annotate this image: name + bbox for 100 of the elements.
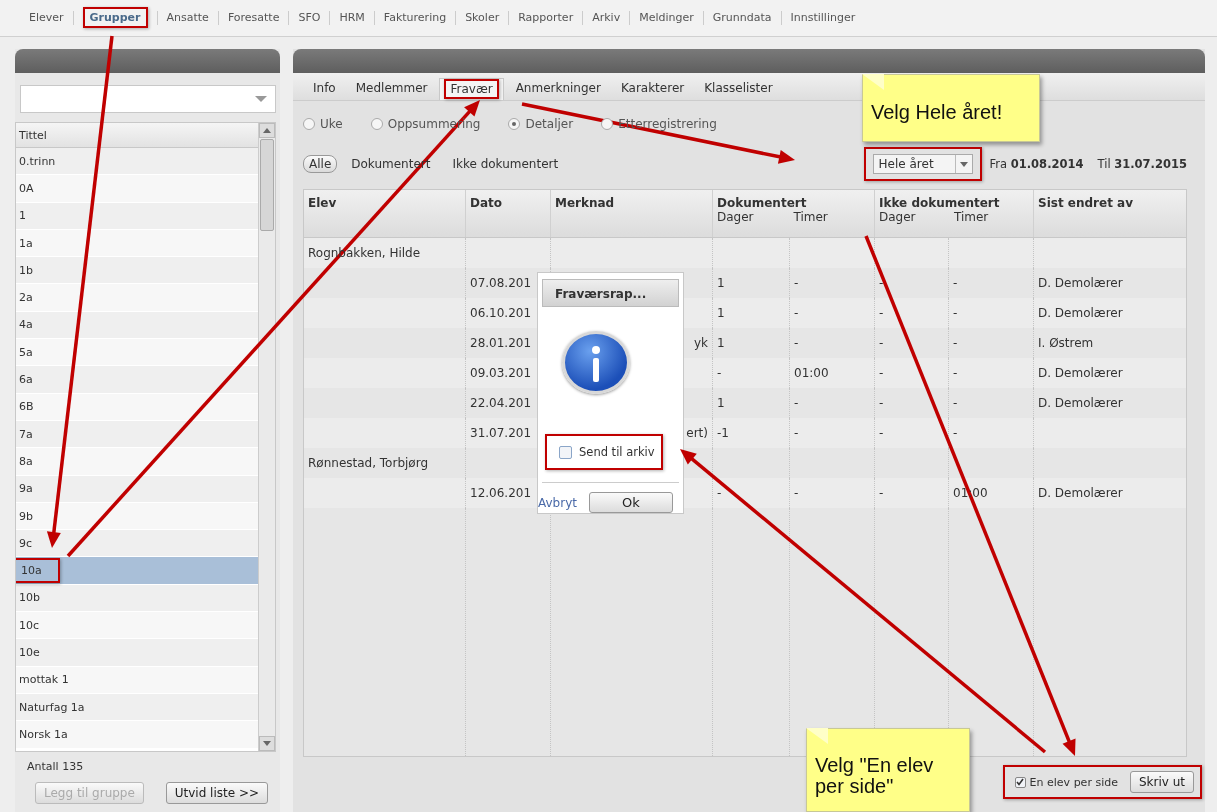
table-cell: 07.08.201	[470, 276, 532, 290]
radio-label: Detaljer	[525, 117, 574, 131]
checkbox-label: En elev per side	[1029, 775, 1118, 789]
tab[interactable]: Karakterer	[612, 78, 693, 100]
group-item[interactable]: 6a	[16, 366, 258, 394]
radio-button[interactable]	[601, 118, 614, 130]
table-cell: 1	[717, 396, 725, 410]
info-icon	[561, 331, 630, 394]
column-title: Dokumentert	[717, 196, 808, 210]
tab[interactable]: Fravær	[439, 78, 504, 100]
table-cell: -	[953, 396, 958, 410]
group-item[interactable]: 1a	[16, 229, 258, 258]
scroll-down-icon[interactable]	[259, 736, 275, 751]
nav-tab[interactable]: SFO	[288, 11, 330, 25]
table-cell: 22.04.201	[470, 396, 532, 410]
checkbox-label: Send til arkiv	[579, 445, 655, 459]
group-item[interactable]: 5a	[16, 339, 258, 367]
group-count: Antall 135	[26, 759, 85, 773]
group-item[interactable]: 10b	[16, 584, 258, 613]
group-item[interactable]: 0.trinn	[16, 148, 258, 176]
nav-tab[interactable]: Foresatte	[217, 11, 289, 25]
table-cell: D. Demolærer	[1038, 306, 1123, 320]
checkbox[interactable]	[559, 445, 572, 459]
period-select[interactable]: Hele året	[863, 147, 982, 181]
filter-link[interactable]: Ikke dokumentert	[452, 157, 559, 171]
nav-tab[interactable]: Arkiv	[582, 11, 630, 25]
table-cell: -	[879, 366, 884, 380]
filter-link[interactable]: Alle	[303, 155, 338, 173]
group-item[interactable]: 8a	[16, 448, 258, 476]
table-cell: 28.01.201	[470, 336, 532, 350]
nav-tab[interactable]: Elever	[20, 11, 73, 25]
table-cell: 01:00	[794, 366, 829, 380]
table-cell: D. Demolærer	[1038, 366, 1123, 380]
table-cell: -	[953, 426, 958, 440]
group-item[interactable]: 4a	[16, 311, 258, 340]
table-cell: ert)	[686, 426, 708, 440]
nav-tab[interactable]: Ansatte	[156, 11, 218, 25]
group-item[interactable]: 10e	[16, 639, 258, 667]
list-button[interactable]: Utvid liste >>	[165, 782, 268, 804]
table-cell: -	[879, 306, 884, 320]
table-cell: 31.07.201	[470, 426, 532, 440]
scroll-up-icon[interactable]	[259, 123, 275, 138]
nav-tab[interactable]: HRM	[329, 11, 374, 25]
group-item[interactable]: 10c	[16, 612, 258, 640]
table-cell: -	[953, 336, 958, 350]
ok-button[interactable]: Ok	[589, 492, 673, 513]
table-cell: D. Demolærer	[1038, 396, 1123, 410]
table-cell: 12.06.201	[470, 486, 532, 500]
table-cell: -	[879, 486, 884, 500]
table-cell: 1	[717, 306, 725, 320]
tab[interactable]: Info	[305, 78, 344, 100]
scrollbar-thumb[interactable]	[260, 139, 274, 231]
table-cell: -	[794, 306, 799, 320]
column-header: Merknad	[550, 190, 712, 237]
sticky-note: Velg Hele året!	[862, 74, 1040, 142]
group-item[interactable]: 1b	[16, 257, 258, 285]
table-cell: -	[879, 276, 884, 290]
nav-tab[interactable]: Skoler	[455, 11, 509, 25]
nav-tab[interactable]: Rapporter	[508, 11, 583, 25]
table-cell: 1	[717, 276, 725, 290]
nav-tab[interactable]: Grunndata	[702, 11, 781, 25]
group-item[interactable]: mottak 1	[16, 666, 258, 694]
group-item[interactable]: 10a	[16, 557, 258, 585]
nav-tab[interactable]: Meldinger	[629, 11, 703, 25]
table-cell: -	[879, 336, 884, 350]
group-item[interactable]: 9c	[16, 530, 258, 558]
table-cell: -	[953, 276, 958, 290]
tab[interactable]: Medlemmer	[347, 78, 436, 100]
table-cell: 09.03.201	[470, 366, 532, 380]
sticky-note: Velg "En elev per side"	[806, 728, 970, 812]
nav-tab[interactable]: Fakturering	[373, 11, 456, 25]
checkbox[interactable]	[1014, 776, 1026, 788]
tab[interactable]: Anmerkninger	[507, 78, 609, 100]
cancel-link[interactable]: Avbryt	[538, 495, 577, 510]
table-cell: -	[717, 366, 722, 380]
column-header: Elev	[307, 195, 338, 212]
print-button[interactable]: Skriv ut	[1129, 771, 1194, 793]
radio-button[interactable]	[303, 118, 315, 130]
column-header[interactable]: Tittel	[16, 123, 258, 148]
table-cell: D. Demolærer	[1038, 486, 1123, 500]
group-item[interactable]: 1	[16, 202, 258, 230]
dialog-title: Fraværsrap...	[542, 279, 679, 307]
table-cell: -	[794, 486, 799, 500]
tab[interactable]: Klasselister	[696, 78, 781, 100]
date-to: Til 31.07.2015	[1097, 157, 1187, 171]
nav-tab[interactable]: Innstillinger	[780, 11, 865, 25]
sub-column-title: Timer	[954, 210, 990, 224]
radio-button[interactable]	[508, 118, 521, 130]
group-item[interactable]: 0A	[16, 175, 258, 203]
group-item[interactable]: 2a	[16, 284, 258, 312]
table-cell: yk	[693, 336, 708, 350]
date-from: Fra 01.08.2014	[989, 157, 1084, 171]
group-item[interactable]: Norsk 1a	[16, 721, 258, 749]
table-cell: 1	[717, 336, 725, 350]
radio-button[interactable]	[370, 118, 383, 130]
table-cell: D. Demolærer	[1038, 276, 1123, 290]
table-cell: -	[879, 396, 884, 410]
group-item[interactable]: Naturfag 1a	[16, 693, 258, 722]
table-cell: I. Østrem	[1038, 336, 1094, 350]
column-title: Ikke dokumentert	[879, 196, 1001, 210]
